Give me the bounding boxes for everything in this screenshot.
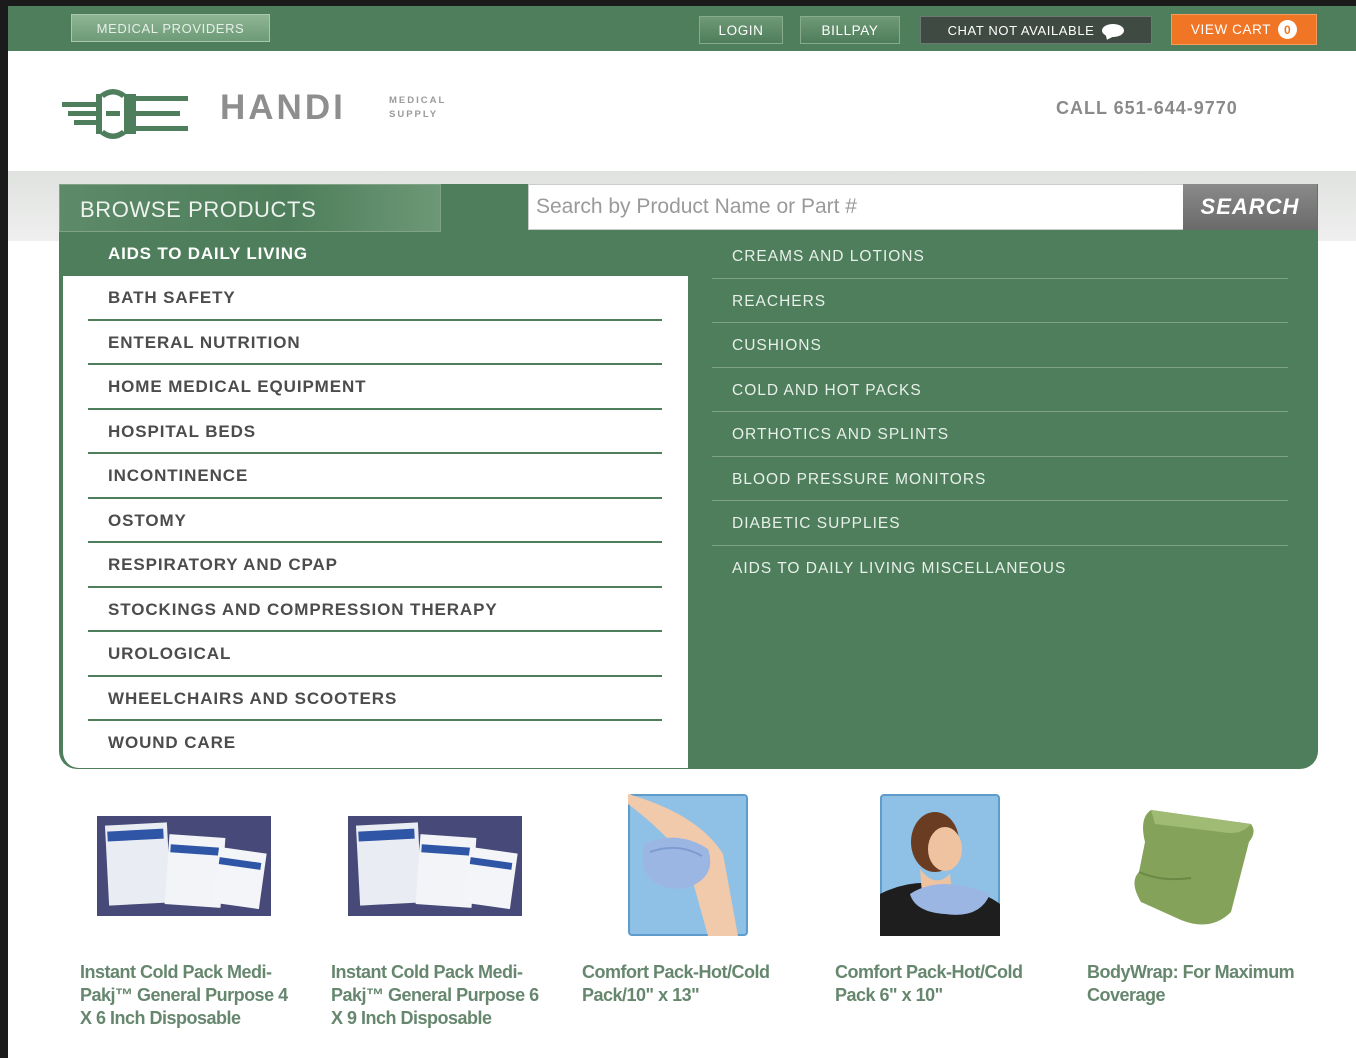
chat-button[interactable]: CHAT NOT AVAILABLE	[920, 16, 1152, 44]
brand-subtitle: MEDICAL SUPPLY	[389, 94, 446, 122]
subcategory-label: CREAMS AND LOTIONS	[732, 248, 925, 265]
product-image[interactable]	[348, 816, 522, 916]
subcategory-label: ORTHOTICS AND SPLINTS	[732, 426, 950, 443]
product-title[interactable]: Instant Cold Pack Medi-Pakj™ General Pur…	[80, 961, 300, 1030]
subcategory-creams-and-lotions[interactable]: CREAMS AND LOTIONS	[712, 234, 1288, 279]
subcategory-label: COLD AND HOT PACKS	[732, 381, 922, 399]
subcategory-label: CUSHIONS	[732, 337, 822, 354]
category-wheelchairs-and-scooters[interactable]: WHEELCHAIRS AND SCOOTERS	[88, 677, 662, 721]
product-image[interactable]	[880, 794, 1000, 936]
view-cart-button[interactable]: VIEW CART 0	[1171, 14, 1317, 45]
product-title[interactable]: Comfort Pack-Hot/Cold Pack 6" x 10"	[835, 961, 1055, 1007]
category-label: HOME MEDICAL EQUIPMENT	[108, 377, 367, 396]
category-wound-care[interactable]: WOUND CARE	[88, 721, 662, 766]
category-urological[interactable]: UROLOGICAL	[88, 632, 662, 677]
category-label: WOUND CARE	[108, 733, 236, 752]
subcategory-reachers[interactable]: REACHERS	[712, 279, 1288, 323]
view-cart-label: VIEW CART	[1190, 22, 1272, 37]
subcategory-aids-misc[interactable]: AIDS TO DAILY LIVING MISCELLANEOUS	[712, 546, 1288, 591]
category-hospital-beds[interactable]: HOSPITAL BEDS	[88, 410, 662, 454]
category-enteral-nutrition[interactable]: ENTERAL NUTRITION	[88, 321, 662, 365]
search-button[interactable]: SEARCH	[1183, 184, 1317, 230]
subcategory-cushions[interactable]: CUSHIONS	[712, 323, 1288, 368]
category-label: STOCKINGS AND COMPRESSION THERAPY	[108, 599, 498, 619]
subcategory-diabetic-supplies[interactable]: DIABETIC SUPPLIES	[712, 501, 1288, 546]
subcategory-orthotics-and-splints[interactable]: ORTHOTICS AND SPLINTS	[712, 412, 1288, 457]
product-image[interactable]	[1121, 802, 1261, 930]
brand-sub-line-2: SUPPLY	[389, 109, 439, 120]
brand-sub-line-1: MEDICAL	[389, 95, 447, 106]
subcategory-label: AIDS TO DAILY LIVING MISCELLANEOUS	[732, 559, 1067, 577]
category-label: HOSPITAL BEDS	[108, 421, 257, 441]
category-label: UROLOGICAL	[108, 644, 232, 663]
category-respiratory-and-cpap[interactable]: RESPIRATORY AND CPAP	[88, 543, 662, 588]
category-incontinence[interactable]: INCONTINENCE	[88, 454, 662, 499]
category-label: ENTERAL NUTRITION	[108, 332, 301, 352]
product-title[interactable]: Comfort Pack-Hot/Cold Pack/10" x 13"	[582, 961, 802, 1007]
page-frame: MEDICAL PROVIDERS LOGIN BILLPAY CHAT NOT…	[8, 6, 1356, 1058]
category-list: BATH SAFETY ENTERAL NUTRITION HOME MEDIC…	[63, 276, 688, 768]
phone-number[interactable]: CALL 651-644-9770	[1056, 98, 1238, 119]
login-button[interactable]: LOGIN	[699, 16, 783, 44]
category-bath-safety[interactable]: BATH SAFETY	[88, 276, 662, 321]
category-label: OSTOMY	[108, 510, 187, 530]
chat-label: CHAT NOT AVAILABLE	[947, 22, 1095, 38]
chat-bubble-icon	[1102, 23, 1125, 37]
brand-name: HANDI	[220, 88, 346, 127]
subcategory-cold-and-hot-packs[interactable]: COLD AND HOT PACKS	[712, 368, 1288, 412]
search-field[interactable]	[528, 184, 1184, 230]
logo[interactable]: HANDI MEDICAL SUPPLY	[62, 84, 482, 144]
search-input[interactable]	[529, 185, 1183, 229]
category-label: WHEELCHAIRS AND SCOOTERS	[108, 688, 398, 708]
category-label: INCONTINENCE	[108, 466, 249, 485]
category-label: RESPIRATORY AND CPAP	[108, 555, 338, 574]
category-ostomy[interactable]: OSTOMY	[88, 499, 662, 543]
product-image[interactable]	[97, 816, 271, 916]
subcategory-blood-pressure-monitors[interactable]: BLOOD PRESSURE MONITORS	[712, 457, 1288, 501]
subcategory-label: DIABETIC SUPPLIES	[732, 515, 901, 532]
top-bar: MEDICAL PROVIDERS LOGIN BILLPAY CHAT NOT…	[8, 6, 1356, 51]
cart-count-badge: 0	[1278, 20, 1298, 39]
subcategory-label: BLOOD PRESSURE MONITORS	[732, 470, 987, 488]
logo-mark-icon	[62, 89, 188, 139]
category-home-medical-equipment[interactable]: HOME MEDICAL EQUIPMENT	[88, 365, 662, 410]
billpay-button[interactable]: BILLPAY	[800, 16, 900, 44]
product-title[interactable]: BodyWrap: For Maximum Coverage	[1087, 961, 1307, 1007]
product-image[interactable]	[628, 794, 748, 936]
category-stockings-and-compression[interactable]: STOCKINGS AND COMPRESSION THERAPY	[88, 588, 662, 632]
active-category-aids-to-daily-living[interactable]: AIDS TO DAILY LIVING	[108, 244, 308, 264]
subcategory-label: REACHERS	[732, 292, 827, 310]
browse-products-tab[interactable]: BROWSE PRODUCTS	[59, 184, 441, 232]
subcategory-list: CREAMS AND LOTIONS REACHERS CUSHIONS COL…	[712, 234, 1288, 590]
category-label: BATH SAFETY	[108, 288, 236, 307]
product-title[interactable]: Instant Cold Pack Medi-Pakj™ General Pur…	[331, 961, 551, 1030]
browse-products-label: BROWSE PRODUCTS	[80, 197, 317, 222]
medical-providers-button[interactable]: MEDICAL PROVIDERS	[71, 14, 270, 42]
